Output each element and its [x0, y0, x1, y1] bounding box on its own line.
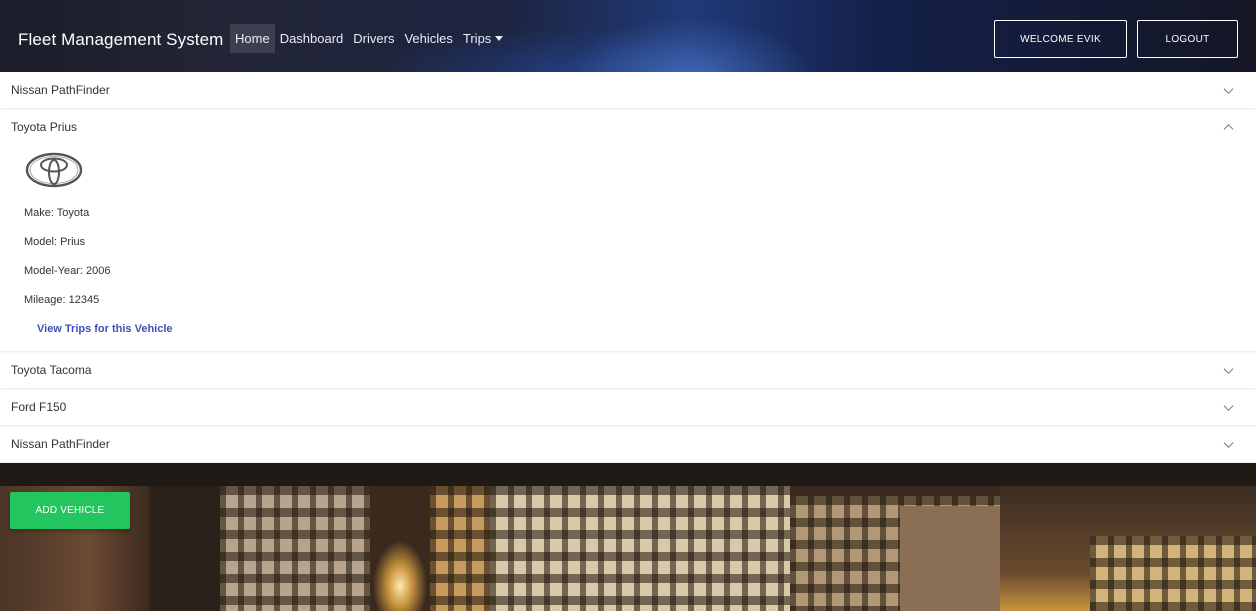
vehicle-title: Ford F150 [11, 400, 67, 414]
vehicle-panel-header[interactable]: Toyota Prius [0, 109, 1256, 145]
vehicle-mileage: Mileage: 12345 [24, 294, 100, 306]
vehicle-accordion: Nissan PathFinder Toyota Prius Make: Toy… [0, 72, 1256, 463]
view-trips-link[interactable]: View Trips for this Vehicle [37, 323, 173, 335]
vehicle-panel: Ford F150 [0, 389, 1256, 426]
vehicle-title: Nissan PathFinder [11, 83, 110, 97]
toyota-logo-icon [24, 151, 84, 189]
vehicle-make: Make: Toyota [24, 207, 90, 219]
vehicle-panel-header[interactable]: Nissan PathFinder [0, 426, 1256, 462]
chevron-down-icon [1223, 84, 1234, 94]
nav-link-dashboard[interactable]: Dashboard [275, 24, 349, 53]
vehicle-title: Toyota Prius [11, 120, 78, 134]
vehicle-title: Toyota Tacoma [11, 363, 92, 377]
chevron-down-icon [1223, 438, 1234, 448]
vehicle-panel-header[interactable]: Nissan PathFinder [0, 72, 1256, 108]
nav-link-home[interactable]: Home [230, 24, 275, 53]
add-vehicle-button[interactable]: ADD VEHICLE [10, 492, 130, 529]
vehicle-model-year: Model-Year: 2006 [24, 265, 111, 277]
nav-link-trips-label: Trips [462, 31, 492, 46]
nav-link-vehicles[interactable]: Vehicles [399, 24, 457, 53]
nav-links: Home Dashboard Drivers Vehicles Trips [230, 24, 508, 53]
vehicle-details: Make: Toyota Model: Prius Model-Year: 20… [0, 145, 1256, 351]
nav-link-trips-dropdown[interactable]: Trips [458, 24, 508, 53]
chevron-down-icon [1223, 401, 1234, 411]
vehicle-panel: Toyota Tacoma [0, 352, 1256, 389]
nav-link-drivers[interactable]: Drivers [348, 24, 399, 53]
vehicle-panel: Nissan PathFinder [0, 426, 1256, 463]
brand-title[interactable]: Fleet Management System [18, 30, 223, 50]
logout-button[interactable]: LOGOUT [1137, 20, 1238, 58]
chevron-down-icon [1223, 364, 1234, 374]
city-background-image [0, 486, 1256, 611]
top-navbar: Fleet Management System Home Dashboard D… [0, 0, 1256, 72]
vehicle-title: Nissan PathFinder [11, 437, 110, 451]
vehicle-panel: Nissan PathFinder [0, 72, 1256, 109]
chevron-up-icon [1223, 124, 1234, 135]
vehicle-panel-header[interactable]: Toyota Tacoma [0, 352, 1256, 388]
welcome-button[interactable]: WELCOME EVIK [994, 20, 1127, 58]
vehicle-panel-header[interactable]: Ford F150 [0, 389, 1256, 425]
vehicle-panel-expanded: Toyota Prius Make: Toyota Model: Prius M… [0, 109, 1256, 352]
caret-down-icon [495, 36, 504, 41]
vehicle-model: Model: Prius [24, 236, 86, 248]
